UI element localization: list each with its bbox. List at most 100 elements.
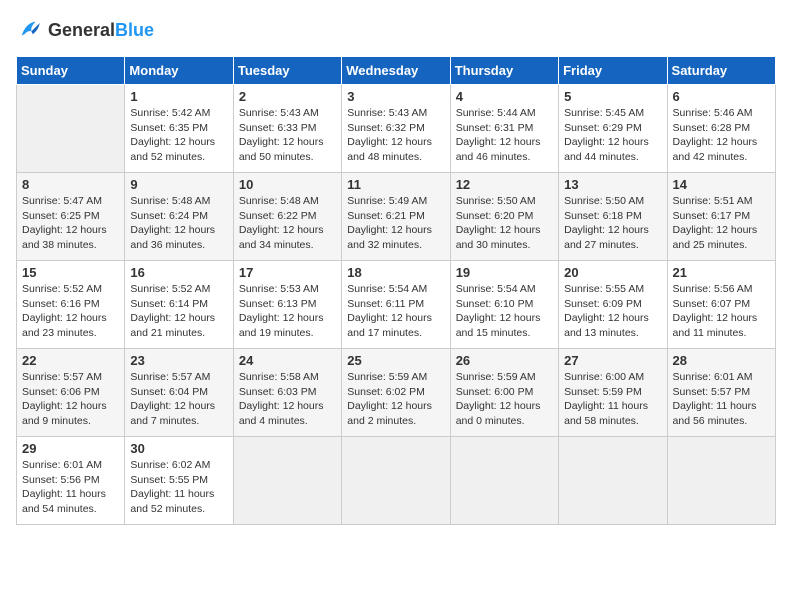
day-number: 29: [22, 441, 119, 456]
calendar-table: SundayMondayTuesdayWednesdayThursdayFrid…: [16, 56, 776, 525]
day-info: Sunrise: 5:52 AMSunset: 6:16 PMDaylight:…: [22, 283, 107, 339]
day-info: Sunrise: 5:47 AMSunset: 6:25 PMDaylight:…: [22, 195, 107, 251]
calendar-day-cell: 29 Sunrise: 6:01 AMSunset: 5:56 PMDayligh…: [17, 437, 125, 525]
day-number: 24: [239, 353, 336, 368]
calendar-day-cell: [17, 85, 125, 173]
weekday-header-friday: Friday: [559, 57, 667, 85]
calendar-day-cell: 21Sunrise: 5:56 AMSunset: 6:07 PMDayligh…: [667, 261, 775, 349]
calendar-day-cell: 15 Sunrise: 5:52 AMSunset: 6:16 PMDayligh…: [17, 261, 125, 349]
day-info: Sunrise: 5:42 AMSunset: 6:35 PMDaylight:…: [130, 107, 215, 163]
weekday-header-wednesday: Wednesday: [342, 57, 450, 85]
calendar-day-cell: [559, 437, 667, 525]
day-info: Sunrise: 5:51 AMSunset: 6:17 PMDaylight:…: [673, 195, 758, 251]
calendar-day-cell: [450, 437, 558, 525]
day-number: 11: [347, 177, 444, 192]
day-number: 14: [673, 177, 770, 192]
day-number: 28: [673, 353, 770, 368]
day-number: 21: [673, 265, 770, 280]
calendar-day-cell: 14 Sunrise: 5:51 AMSunset: 6:17 PMDayligh…: [667, 173, 775, 261]
day-info: Sunrise: 6:02 AMSunset: 5:55 PMDaylight:…: [130, 459, 214, 515]
day-info: Sunrise: 5:59 AMSunset: 6:02 PMDaylight:…: [347, 371, 432, 427]
calendar-day-cell: 20 Sunrise: 5:55 AMSunset: 6:09 PMDayligh…: [559, 261, 667, 349]
calendar-week-row: 15 Sunrise: 5:52 AMSunset: 6:16 PMDayligh…: [17, 261, 776, 349]
calendar-week-row: 8 Sunrise: 5:47 AMSunset: 6:25 PMDaylight…: [17, 173, 776, 261]
calendar-day-cell: 27Sunrise: 6:00 AMSunset: 5:59 PMDayligh…: [559, 349, 667, 437]
calendar-day-cell: 8 Sunrise: 5:47 AMSunset: 6:25 PMDaylight…: [17, 173, 125, 261]
day-info: Sunrise: 6:01 AMSunset: 5:56 PMDaylight:…: [22, 459, 106, 515]
day-number: 17: [239, 265, 336, 280]
day-info: Sunrise: 5:44 AMSunset: 6:31 PMDaylight:…: [456, 107, 541, 163]
day-number: 30: [130, 441, 227, 456]
calendar-day-cell: 26 Sunrise: 5:59 AMSunset: 6:00 PMDayligh…: [450, 349, 558, 437]
day-info: Sunrise: 5:46 AMSunset: 6:28 PMDaylight:…: [673, 107, 758, 163]
calendar-day-cell: 3 Sunrise: 5:43 AMSunset: 6:32 PMDaylight…: [342, 85, 450, 173]
calendar-day-cell: 9Sunrise: 5:48 AMSunset: 6:24 PMDaylight…: [125, 173, 233, 261]
calendar-week-row: 29 Sunrise: 6:01 AMSunset: 5:56 PMDayligh…: [17, 437, 776, 525]
weekday-header-saturday: Saturday: [667, 57, 775, 85]
day-info: Sunrise: 5:52 AMSunset: 6:14 PMDaylight:…: [130, 283, 215, 339]
day-number: 12: [456, 177, 553, 192]
calendar-day-cell: 5Sunrise: 5:45 AMSunset: 6:29 PMDaylight…: [559, 85, 667, 173]
day-number: 25: [347, 353, 444, 368]
day-number: 3: [347, 89, 444, 104]
calendar-day-cell: [667, 437, 775, 525]
day-number: 2: [239, 89, 336, 104]
day-info: Sunrise: 5:54 AMSunset: 6:11 PMDaylight:…: [347, 283, 432, 339]
logo: GeneralBlue: [16, 16, 154, 44]
logo-text: GeneralBlue: [48, 20, 154, 41]
logo-icon: [16, 16, 44, 44]
day-number: 13: [564, 177, 661, 192]
calendar-day-cell: [233, 437, 341, 525]
weekday-header-sunday: Sunday: [17, 57, 125, 85]
day-info: Sunrise: 5:43 AMSunset: 6:33 PMDaylight:…: [239, 107, 324, 163]
calendar-day-cell: 24 Sunrise: 5:58 AMSunset: 6:03 PMDayligh…: [233, 349, 341, 437]
calendar-day-cell: 22 Sunrise: 5:57 AMSunset: 6:06 PMDayligh…: [17, 349, 125, 437]
day-info: Sunrise: 5:49 AMSunset: 6:21 PMDaylight:…: [347, 195, 432, 251]
calendar-day-cell: 17 Sunrise: 5:53 AMSunset: 6:13 PMDayligh…: [233, 261, 341, 349]
day-info: Sunrise: 5:50 AMSunset: 6:18 PMDaylight:…: [564, 195, 649, 251]
day-number: 10: [239, 177, 336, 192]
day-info: Sunrise: 5:58 AMSunset: 6:03 PMDaylight:…: [239, 371, 324, 427]
day-info: Sunrise: 5:45 AMSunset: 6:29 PMDaylight:…: [564, 107, 649, 163]
calendar-day-cell: 16 Sunrise: 5:52 AMSunset: 6:14 PMDayligh…: [125, 261, 233, 349]
day-info: Sunrise: 5:55 AMSunset: 6:09 PMDaylight:…: [564, 283, 649, 339]
page-header: GeneralBlue: [16, 16, 776, 44]
day-number: 16: [130, 265, 227, 280]
day-number: 19: [456, 265, 553, 280]
day-number: 6: [673, 89, 770, 104]
day-info: Sunrise: 5:54 AMSunset: 6:10 PMDaylight:…: [456, 283, 541, 339]
weekday-header-thursday: Thursday: [450, 57, 558, 85]
calendar-day-cell: 23 Sunrise: 5:57 AMSunset: 6:04 PMDayligh…: [125, 349, 233, 437]
calendar-day-cell: 30 Sunrise: 6:02 AMSunset: 5:55 PMDayligh…: [125, 437, 233, 525]
calendar-day-cell: 18 Sunrise: 5:54 AMSunset: 6:11 PMDayligh…: [342, 261, 450, 349]
day-info: Sunrise: 5:43 AMSunset: 6:32 PMDaylight:…: [347, 107, 432, 163]
calendar-day-cell: 19 Sunrise: 5:54 AMSunset: 6:10 PMDayligh…: [450, 261, 558, 349]
calendar-week-row: 22 Sunrise: 5:57 AMSunset: 6:06 PMDayligh…: [17, 349, 776, 437]
day-info: Sunrise: 5:57 AMSunset: 6:06 PMDaylight:…: [22, 371, 107, 427]
weekday-header-row: SundayMondayTuesdayWednesdayThursdayFrid…: [17, 57, 776, 85]
calendar-day-cell: 4 Sunrise: 5:44 AMSunset: 6:31 PMDaylight…: [450, 85, 558, 173]
day-info: Sunrise: 5:59 AMSunset: 6:00 PMDaylight:…: [456, 371, 541, 427]
day-number: 15: [22, 265, 119, 280]
day-info: Sunrise: 5:57 AMSunset: 6:04 PMDaylight:…: [130, 371, 215, 427]
day-info: Sunrise: 6:01 AMSunset: 5:57 PMDaylight:…: [673, 371, 757, 427]
calendar-day-cell: [342, 437, 450, 525]
day-number: 4: [456, 89, 553, 104]
day-info: Sunrise: 5:48 AMSunset: 6:22 PMDaylight:…: [239, 195, 324, 251]
calendar-day-cell: 13 Sunrise: 5:50 AMSunset: 6:18 PMDayligh…: [559, 173, 667, 261]
calendar-day-cell: 12 Sunrise: 5:50 AMSunset: 6:20 PMDayligh…: [450, 173, 558, 261]
calendar-day-cell: 10 Sunrise: 5:48 AMSunset: 6:22 PMDayligh…: [233, 173, 341, 261]
day-number: 18: [347, 265, 444, 280]
day-number: 8: [22, 177, 119, 192]
day-number: 22: [22, 353, 119, 368]
day-info: Sunrise: 5:53 AMSunset: 6:13 PMDaylight:…: [239, 283, 324, 339]
day-number: 26: [456, 353, 553, 368]
day-number: 20: [564, 265, 661, 280]
day-number: 9: [130, 177, 227, 192]
weekday-header-monday: Monday: [125, 57, 233, 85]
day-info: Sunrise: 5:50 AMSunset: 6:20 PMDaylight:…: [456, 195, 541, 251]
weekday-header-tuesday: Tuesday: [233, 57, 341, 85]
calendar-day-cell: 28 Sunrise: 6:01 AMSunset: 5:57 PMDayligh…: [667, 349, 775, 437]
day-number: 1: [130, 89, 227, 104]
day-number: 23: [130, 353, 227, 368]
